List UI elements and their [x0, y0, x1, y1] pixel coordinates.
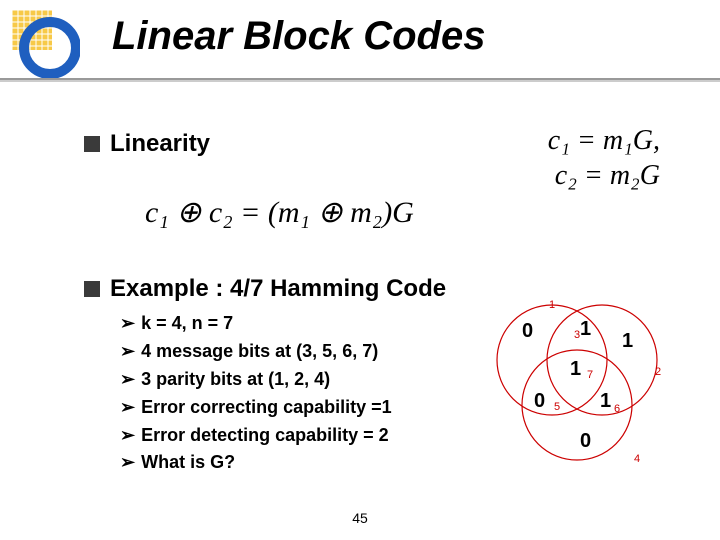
venn-bit-2: 1	[622, 330, 633, 353]
venn-bit-1: 0	[522, 320, 533, 343]
arrow-icon: ➢	[120, 452, 135, 472]
equation-c1: c₁ = m₁G,	[548, 125, 660, 157]
bullet-linearity-text: Linearity	[110, 130, 210, 158]
example-sub-list: ➢ k = 4, n = 7 ➢ 4 message bits at (3, 5, …	[120, 310, 392, 477]
title-underline	[0, 78, 720, 80]
sub-item-text: Error correcting capability =1	[141, 397, 392, 417]
arrow-icon: ➢	[120, 341, 135, 361]
arrow-icon: ➢	[120, 397, 135, 417]
venn-diagram: 1 2 3 4 5 6 7 0 1 1 0 0 1 1	[472, 290, 682, 480]
sub-item: ➢ What is G?	[120, 449, 392, 477]
sub-item: ➢ 3 parity bits at (1, 2, 4)	[120, 366, 392, 394]
sub-item-text: Error detecting capability = 2	[141, 425, 389, 445]
slide-title: Linear Block Codes	[112, 14, 485, 59]
sub-item-text: 4 message bits at (3, 5, 6, 7)	[141, 341, 378, 361]
bullet-square-icon	[84, 281, 100, 297]
arrow-icon: ➢	[120, 425, 135, 445]
page-number: 45	[0, 510, 720, 526]
venn-bit-5: 0	[534, 390, 545, 413]
slide-logo	[12, 10, 80, 78]
bullet-linearity: Linearity	[84, 130, 210, 158]
sub-item: ➢ k = 4, n = 7	[120, 310, 392, 338]
slide: Linear Block Codes Linearity c₁ = m₁G, c…	[0, 0, 720, 540]
equation-xor: c₁ ⊕ c₂ = (m₁ ⊕ m₂)G	[145, 195, 414, 230]
venn-bit-6: 1	[600, 390, 611, 413]
bullet-example-text: Example : 4/7 Hamming Code	[110, 275, 446, 303]
bullet-square-icon	[84, 136, 100, 152]
arrow-icon: ➢	[120, 369, 135, 389]
venn-bit-7: 1	[570, 358, 581, 381]
sub-item-text: What is G?	[141, 452, 235, 472]
sub-item: ➢ Error correcting capability =1	[120, 394, 392, 422]
venn-bit-3: 1	[580, 318, 591, 341]
sub-item: ➢ Error detecting capability = 2	[120, 422, 392, 450]
arrow-icon: ➢	[120, 313, 135, 333]
equation-c2: c₂ = m₂G	[555, 160, 660, 192]
sub-item: ➢ 4 message bits at (3, 5, 6, 7)	[120, 338, 392, 366]
bullet-example: Example : 4/7 Hamming Code	[84, 275, 446, 303]
venn-bit-4: 0	[580, 430, 591, 453]
sub-item-text: k = 4, n = 7	[141, 313, 233, 333]
sub-item-text: 3 parity bits at (1, 2, 4)	[141, 369, 330, 389]
